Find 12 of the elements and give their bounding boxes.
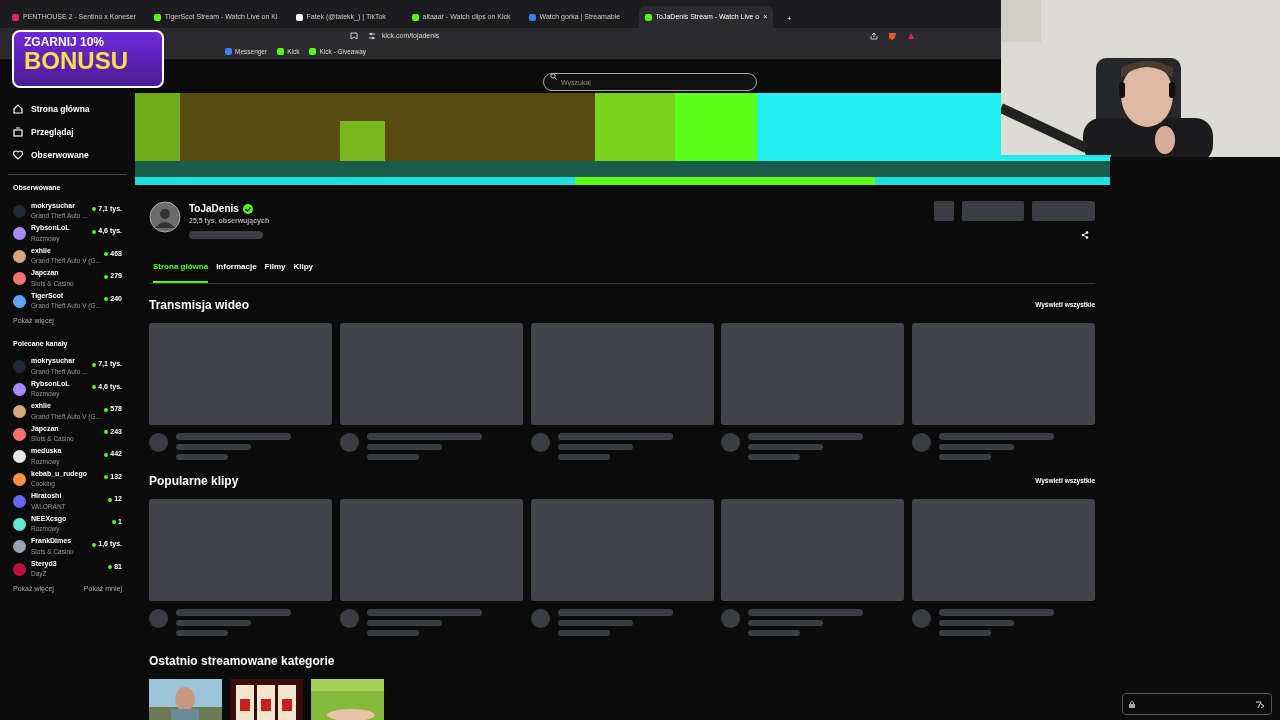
profile-tab[interactable]: Klipy bbox=[293, 257, 314, 283]
channel-title: ToJaDenis bbox=[189, 202, 239, 216]
nav-item[interactable]: Strona główna bbox=[8, 98, 127, 121]
profile-tab[interactable]: Strona główna bbox=[153, 257, 209, 283]
section-title: Popularne klipy bbox=[149, 473, 239, 490]
profile-tab[interactable]: Informacje bbox=[216, 257, 257, 283]
section-title: Transmisja wideo bbox=[149, 297, 250, 314]
promo-badge: ZGARNIJ 10% BONUSU bbox=[12, 30, 164, 88]
nav-item[interactable]: Obserwowane bbox=[8, 143, 127, 167]
nav-item[interactable]: Przeglądaj bbox=[8, 120, 127, 144]
profile-tab[interactable]: Filmy bbox=[264, 257, 286, 283]
section-title: Ostatnio streamowane kategorie bbox=[149, 653, 335, 670]
